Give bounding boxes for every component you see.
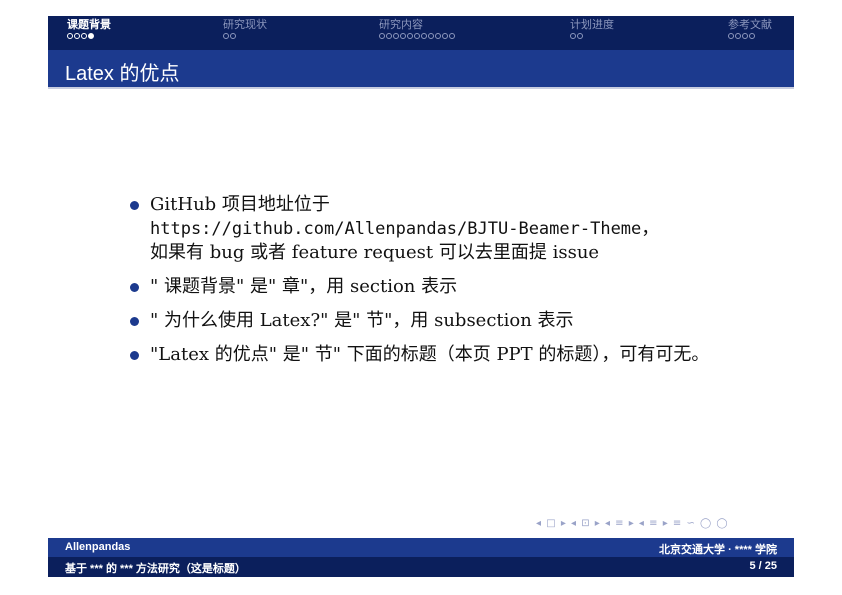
subsection-dot[interactable] [749,33,755,39]
nav-section-label: 研究内容 [379,19,423,31]
bullet-text: 如果有 bug 或者 feature request 可以去里面提 issue [150,242,600,263]
bullet-text: " 为什么使用 Latex?" 是" 节"，用 subsection 表示 [150,310,574,331]
nav-section-2[interactable]: 研究内容 [379,19,456,43]
nav-section-4[interactable]: 参考文献 [728,19,772,43]
subsection-dot[interactable] [88,33,94,39]
subsection-dot[interactable] [728,33,734,39]
bullet-list: GitHub 项目地址位于 https://github.com/Allenpa… [128,193,748,367]
footer-institute: 北京交通大学 · **** 学院 [659,544,777,556]
subsection-dot[interactable] [442,33,448,39]
bullet-text: " 课题背景" 是" 章"，用 section 表示 [150,276,458,297]
bullet-text: "Latex 的优点" 是" 节" 下面的标题（本页 PPT 的标题），可有可无… [150,344,710,365]
nav-section-dots[interactable] [379,33,456,43]
section-navigation-bar: 课题背景 研究现状 研究内容 计划进度 参考文献 [48,16,794,50]
subsection-dot[interactable] [67,33,73,39]
page-number: 5 / 25 [749,560,777,572]
beamer-navigation-symbols[interactable]: ◂ □ ▸ ◂ ⊡ ▸ ◂ ≡ ▸ ◂ ≡ ▸ ≡ ∽ ◯ ◯ [536,518,786,532]
nav-section-label: 计划进度 [570,19,614,31]
nav-section-0[interactable]: 课题背景 [67,19,111,43]
subsection-dot[interactable] [81,33,87,39]
list-item: GitHub 项目地址位于 https://github.com/Allenpa… [128,193,748,265]
subsection-dot[interactable] [435,33,441,39]
bullet-text: GitHub 项目地址位于 [150,194,330,215]
subsection-dot[interactable] [428,33,434,39]
list-item: " 课题背景" 是" 章"，用 section 表示 [128,275,748,299]
github-url-link[interactable]: https://github.com/Allenpandas/BJTU-Beam… [150,219,641,239]
slide-content: GitHub 项目地址位于 https://github.com/Allenpa… [128,193,748,377]
footer-author: Allenpandas [65,541,131,553]
subsection-dot[interactable] [223,33,229,39]
subsection-dot[interactable] [386,33,392,39]
subsection-dot[interactable] [379,33,385,39]
list-item: " 为什么使用 Latex?" 是" 节"，用 subsection 表示 [128,309,748,333]
subsection-dot[interactable] [735,33,741,39]
subsection-dot[interactable] [421,33,427,39]
nav-section-label: 课题背景 [67,19,111,31]
nav-section-1[interactable]: 研究现状 [223,19,267,43]
nav-section-dots[interactable] [728,33,772,43]
subsection-dot[interactable] [742,33,748,39]
nav-section-label: 参考文献 [728,19,772,31]
subsection-dot[interactable] [230,33,236,39]
nav-section-label: 研究现状 [223,19,267,31]
subsection-dot[interactable] [449,33,455,39]
footer-title-bar: 基于 *** 的 *** 方法研究（这是标题） 5 / 25 [48,557,794,577]
subsection-dot[interactable] [393,33,399,39]
list-item: "Latex 的优点" 是" 节" 下面的标题（本页 PPT 的标题），可有可无… [128,343,748,367]
frame-title: Latex 的优点 [65,63,180,85]
footer-author-bar: Allenpandas 北京交通大学 · **** 学院 [48,538,794,557]
subsection-dot[interactable] [74,33,80,39]
nav-section-3[interactable]: 计划进度 [570,19,614,43]
subsection-dot[interactable] [570,33,576,39]
bullet-text: ， [641,218,660,239]
nav-section-dots[interactable] [570,33,614,43]
nav-section-dots[interactable] [67,33,111,43]
frame-title-bar: Latex 的优点 [48,50,794,89]
subsection-dot[interactable] [414,33,420,39]
subsection-dot[interactable] [407,33,413,39]
footer-title: 基于 *** 的 *** 方法研究（这是标题） [65,563,246,575]
nav-section-dots[interactable] [223,33,267,43]
subsection-dot[interactable] [400,33,406,39]
subsection-dot[interactable] [577,33,583,39]
